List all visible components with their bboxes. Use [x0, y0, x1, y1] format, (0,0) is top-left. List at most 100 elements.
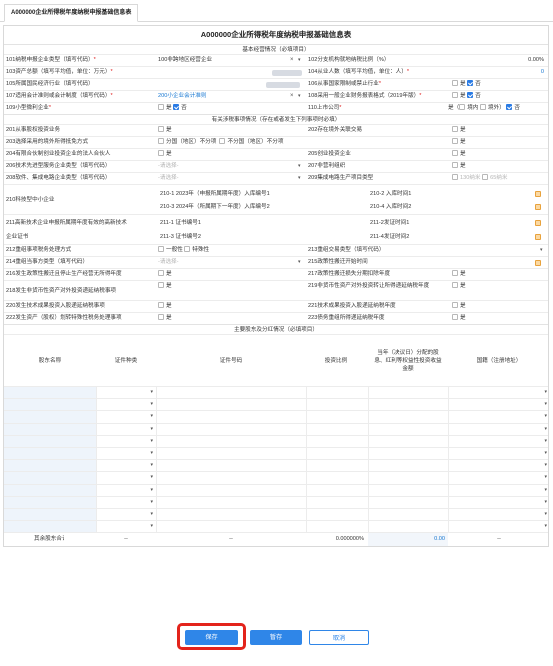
checkbox-203[interactable]: 分国（地区）不分项 不分国（地区）不分项 [158, 137, 338, 148]
clear-icon[interactable]: × [290, 55, 294, 66]
chevron-down-icon[interactable]: ▾ [544, 424, 547, 435]
table-cell-input[interactable] [4, 496, 96, 508]
checkbox-221[interactable]: 是 [452, 301, 492, 312]
table-cell-input[interactable] [4, 460, 96, 472]
table-cell-input[interactable]: ▾ [96, 484, 156, 496]
table-cell-input[interactable] [156, 435, 306, 447]
chevron-down-icon[interactable]: ▾ [150, 509, 153, 520]
table-cell-input[interactable] [156, 447, 306, 460]
table-cell-input[interactable] [306, 521, 368, 533]
table-cell-input[interactable] [306, 387, 368, 399]
chevron-down-icon[interactable]: ▾ [544, 509, 547, 520]
table-cell-input[interactable]: ▾ [96, 387, 156, 399]
chevron-down-icon[interactable]: ▾ [544, 399, 547, 410]
checkbox-222[interactable]: 是 [158, 313, 198, 324]
checkbox-220[interactable]: 是 [158, 301, 198, 312]
table-cell-input[interactable] [368, 496, 448, 508]
input-102[interactable]: 0.00% [504, 55, 544, 66]
table-cell-input[interactable] [156, 399, 306, 411]
chevron-down-icon[interactable]: ▾ [298, 173, 301, 184]
table-cell-input[interactable] [368, 387, 448, 399]
chevron-down-icon[interactable]: ▾ [298, 55, 301, 66]
chevron-down-icon[interactable]: ▾ [544, 448, 547, 459]
radio-110[interactable]: 是（ 境内 境外） 否 [448, 103, 548, 114]
chevron-down-icon[interactable]: ▾ [150, 436, 153, 447]
chevron-down-icon[interactable]: ▾ [544, 436, 547, 447]
total-dividend[interactable]: 0.00 [368, 533, 448, 547]
table-cell-input[interactable] [368, 472, 448, 484]
table-cell-input[interactable] [306, 411, 368, 423]
table-cell-input[interactable] [368, 521, 448, 533]
table-cell-input[interactable] [156, 484, 306, 496]
table-cell-input[interactable] [4, 447, 96, 460]
table-cell-input[interactable]: ▾ [448, 460, 550, 472]
table-cell-input[interactable] [156, 508, 306, 521]
checkbox-223[interactable]: 是 [452, 313, 492, 324]
table-cell-input[interactable] [4, 435, 96, 447]
table-cell-input[interactable]: ▾ [448, 399, 550, 411]
table-cell-input[interactable] [4, 411, 96, 423]
table-cell-input[interactable] [368, 399, 448, 411]
checkbox-204[interactable]: 是 [158, 149, 198, 160]
chevron-down-icon[interactable]: ▾ [540, 245, 543, 256]
cancel-button[interactable]: 取消 [309, 630, 369, 645]
checkbox-203-yes[interactable]: 是 [452, 137, 492, 148]
table-cell-input[interactable]: ▾ [448, 472, 550, 484]
checkbox-209[interactable]: 130纳米 65纳米 [452, 173, 547, 184]
table-cell-input[interactable] [156, 423, 306, 435]
table-cell-input[interactable] [368, 484, 448, 496]
select-101[interactable]: 100非跨地区经营企业 [158, 55, 288, 66]
table-cell-input[interactable]: ▾ [448, 447, 550, 460]
select-208[interactable]: -请选择- [158, 173, 278, 184]
select-206[interactable]: -请选择- [158, 161, 278, 172]
table-cell-input[interactable] [306, 435, 368, 447]
radio-109[interactable]: 是 否 [158, 103, 218, 114]
select-214[interactable]: -请选择- [158, 257, 278, 268]
chevron-down-icon[interactable]: ▾ [298, 257, 301, 268]
table-cell-input[interactable] [306, 472, 368, 484]
table-cell-input[interactable]: ▾ [96, 447, 156, 460]
temp-save-button[interactable]: 暂存 [250, 630, 302, 645]
table-cell-input[interactable] [368, 435, 448, 447]
table-cell-input[interactable] [4, 387, 96, 399]
table-cell-input[interactable]: ▾ [96, 411, 156, 423]
table-cell-input[interactable] [156, 472, 306, 484]
table-cell-input[interactable] [368, 423, 448, 435]
chevron-down-icon[interactable]: ▾ [544, 521, 547, 532]
chevron-down-icon[interactable]: ▾ [544, 411, 547, 422]
checkbox-205[interactable]: 是 [452, 149, 492, 160]
input-104[interactable]: 0 [524, 67, 544, 78]
table-cell-input[interactable]: ▾ [448, 435, 550, 447]
radio-108[interactable]: 是 否 [452, 91, 542, 102]
table-cell-input[interactable]: ▾ [448, 484, 550, 496]
table-cell-input[interactable] [156, 521, 306, 533]
chevron-down-icon[interactable]: ▾ [150, 472, 153, 483]
select-107[interactable]: 200小企业会计准则 [158, 91, 278, 102]
table-cell-input[interactable] [156, 496, 306, 508]
table-cell-input[interactable] [4, 508, 96, 521]
table-cell-input[interactable]: ▾ [96, 399, 156, 411]
chevron-down-icon[interactable]: ▾ [544, 497, 547, 508]
table-cell-input[interactable] [4, 399, 96, 411]
chevron-down-icon[interactable]: ▾ [150, 387, 153, 398]
checkbox-207[interactable]: 是 [452, 161, 492, 172]
chevron-down-icon[interactable]: ▾ [150, 460, 153, 471]
table-cell-input[interactable] [156, 411, 306, 423]
chevron-down-icon[interactable]: ▾ [150, 424, 153, 435]
chevron-down-icon[interactable]: ▾ [544, 472, 547, 483]
table-cell-input[interactable]: ▾ [96, 460, 156, 472]
checkbox-212[interactable]: 一般性 特殊性 [158, 245, 258, 256]
chevron-down-icon[interactable]: ▾ [150, 497, 153, 508]
calendar-icon[interactable] [535, 220, 541, 226]
clear-icon[interactable]: × [290, 91, 294, 102]
table-cell-input[interactable]: ▾ [448, 423, 550, 435]
tab-a000000[interactable]: A000000企业所得税年度纳税申报基础信息表 [4, 4, 139, 22]
table-cell-input[interactable] [306, 460, 368, 472]
table-cell-input[interactable] [156, 387, 306, 399]
table-cell-input[interactable]: ▾ [448, 411, 550, 423]
checkbox-217[interactable]: 是 [452, 269, 492, 280]
table-cell-input[interactable] [156, 460, 306, 472]
table-cell-input[interactable] [306, 508, 368, 521]
checkbox-202[interactable]: 是 [452, 125, 492, 136]
checkbox-218[interactable]: 是 [158, 281, 198, 300]
